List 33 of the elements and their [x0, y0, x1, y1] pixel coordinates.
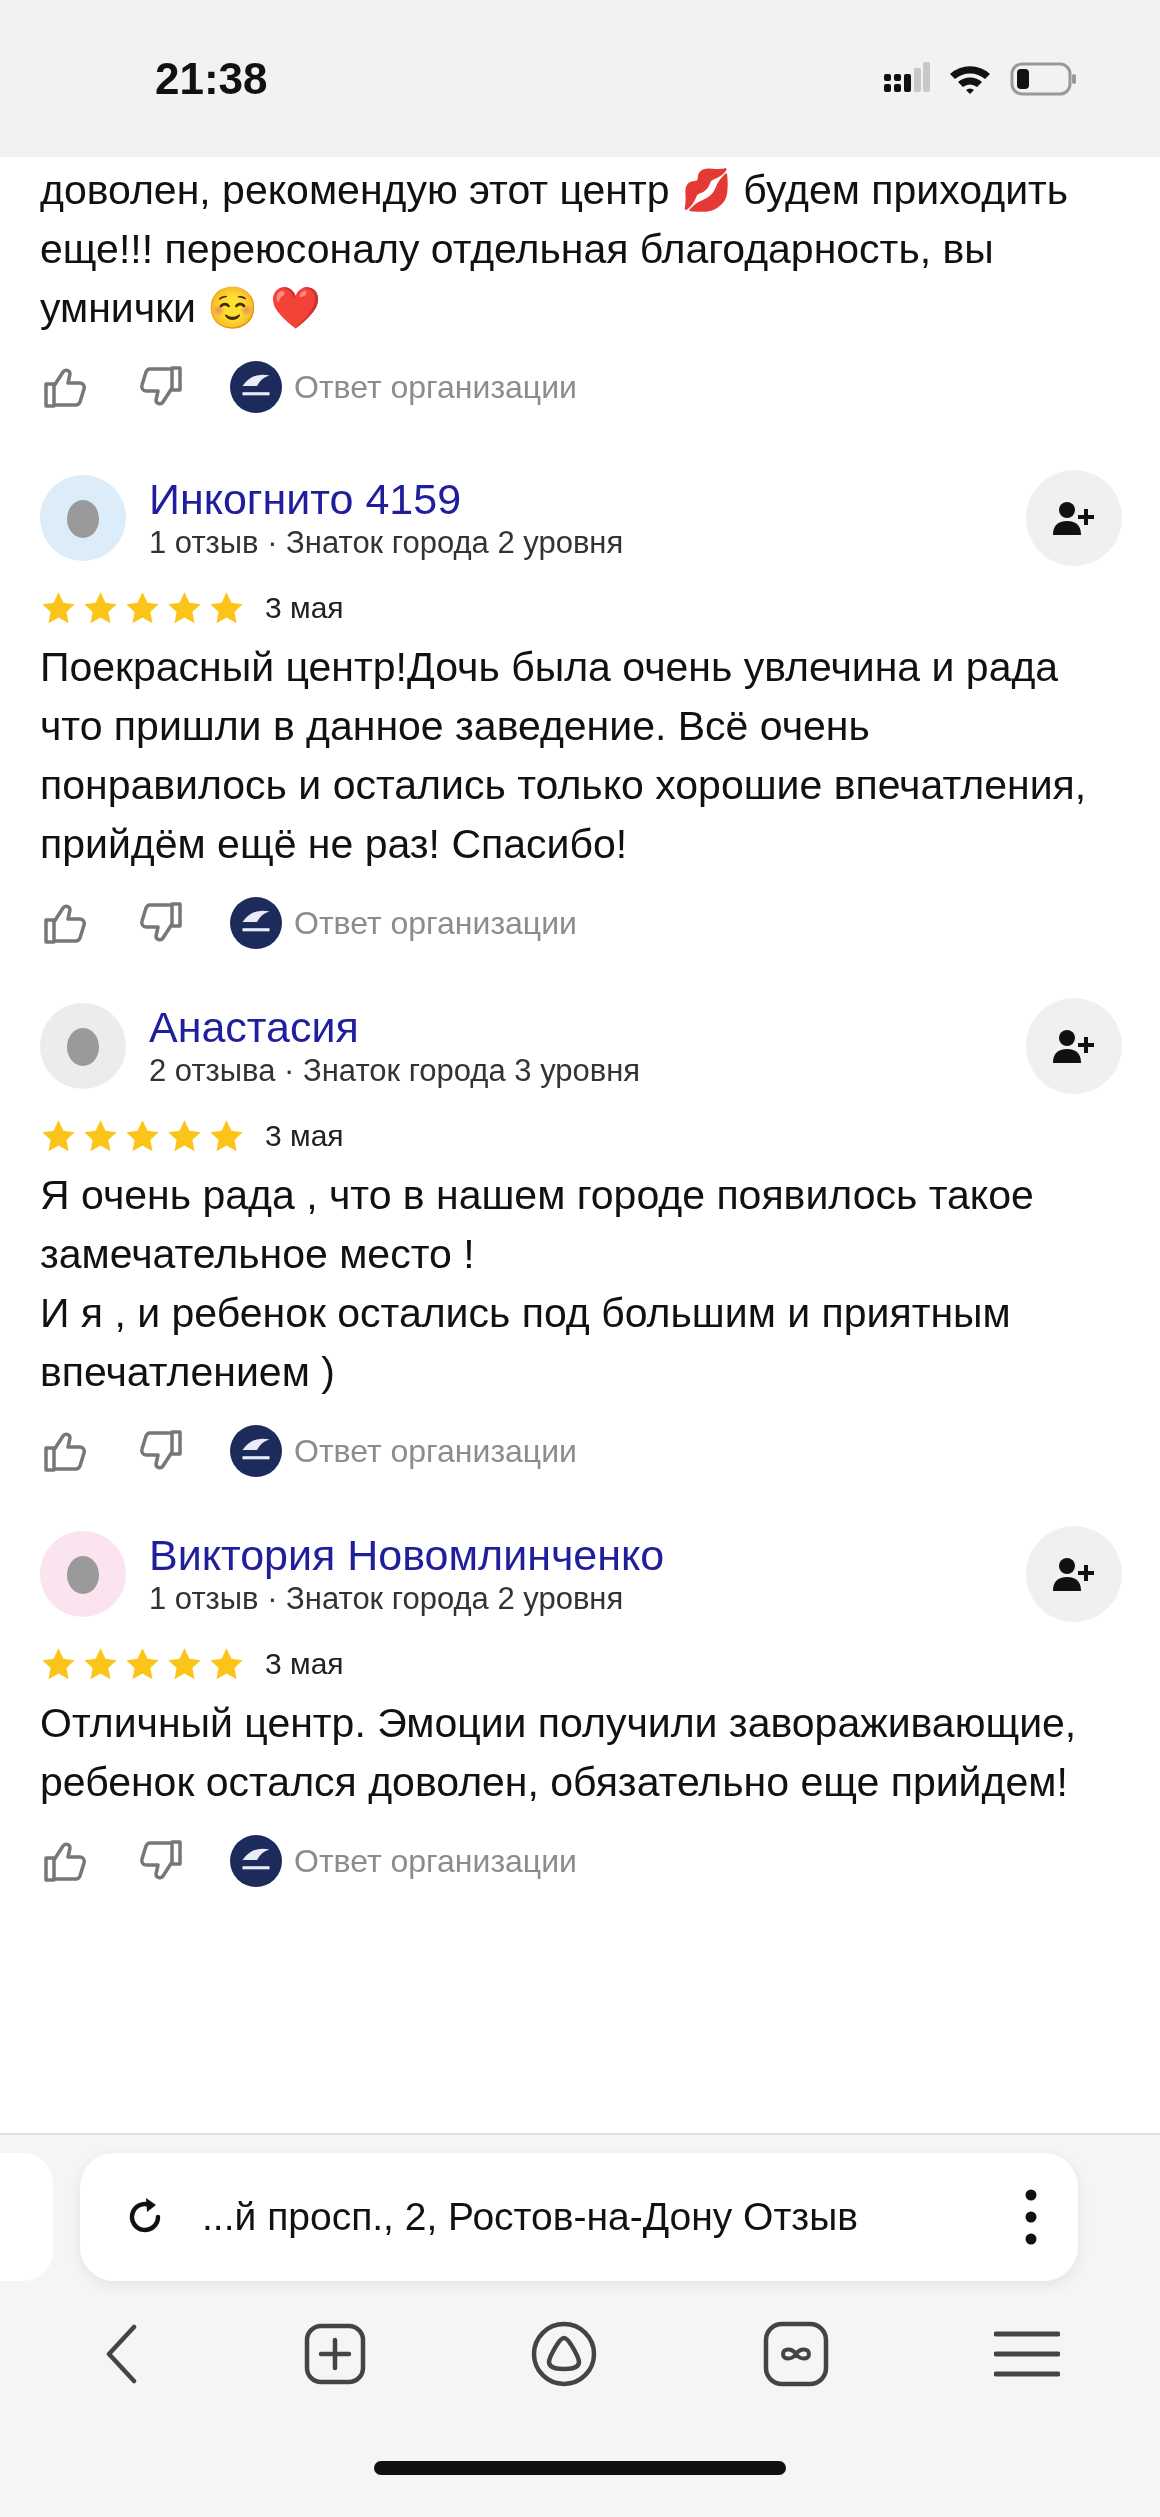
back-icon[interactable]: [104, 2324, 138, 2384]
menu-icon[interactable]: [994, 2330, 1060, 2378]
logo-icon: [230, 1835, 282, 1887]
review-date: 3 мая: [265, 1647, 344, 1681]
author-stats: 1 отзыв · Знаток города 2 уровня: [149, 1580, 625, 1618]
logo-icon: [230, 897, 282, 949]
author-name[interactable]: Виктория Новомлинченко: [149, 1530, 1026, 1580]
review-text: Поекрасный центр!Дочь была очень увлечина и рада что пришли в данное заведение. Всё очень понравилось и остались только хорошие впечатления, прийдём ещё не раз! Спасибо!: [40, 643, 1088, 869]
author-stats: 2 отзыва · Знаток города 3 уровня: [149, 1052, 642, 1090]
address-text: ...й просп., 2, Ростов-на-Дону Отзыв: [202, 2195, 859, 2239]
author-stats: 1 отзыв · Знаток города 2 уровня: [149, 524, 625, 562]
add-person-icon: [1053, 1557, 1095, 1591]
author-name[interactable]: Инкогнито 4159: [149, 474, 1026, 524]
new-tab-icon[interactable]: [303, 2323, 366, 2385]
logo-icon: [230, 361, 282, 413]
clock-time: 21:38: [155, 53, 268, 104]
avatar-icon[interactable]: [40, 475, 126, 561]
tabs-icon[interactable]: [762, 2321, 829, 2387]
battery-icon: [1010, 61, 1078, 96]
review-date: 3 мая: [265, 591, 344, 625]
avatar-icon[interactable]: [40, 1531, 126, 1617]
author-name[interactable]: Анастасия: [149, 1002, 1026, 1052]
review-date: 3 мая: [265, 1119, 344, 1153]
review-text: Отличный центр. Эмоции получили завораживающие, ребенок остался доволен, обязательно еще прийдем!: [40, 1699, 1078, 1807]
avatar-icon[interactable]: [40, 1003, 126, 1089]
add-person-icon: [1053, 1029, 1095, 1063]
assistant-icon[interactable]: [531, 2321, 597, 2387]
review-text: доволен, рекомендую этот центр 💋 будем приходить еще!!! переюсоналу отдельная благодарность, вы умнички ☺ ❤: [40, 166, 1070, 333]
address-bar[interactable]: ...й просп., 2, Ростов-на-Дону Отзыв: [80, 2153, 1078, 2281]
review-text: Я очень рада , что в нашем городе появилось такое замечательное место ! И я , и ребенок остались под большим и приятным впечатлением ): [40, 1171, 1035, 1397]
add-person-icon: [1053, 501, 1095, 535]
logo-icon: [230, 1425, 282, 1477]
more-icon[interactable]: [1024, 2188, 1038, 2246]
